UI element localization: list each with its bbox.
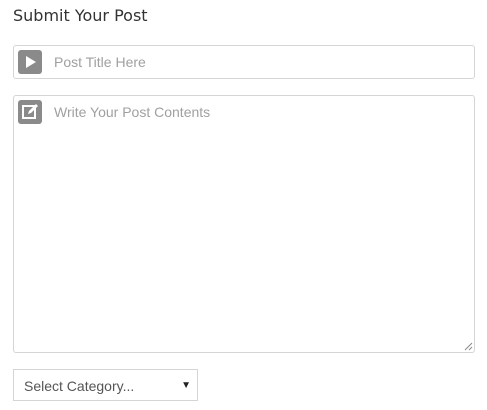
dropdown-arrow-icon: ▼ <box>181 380 191 391</box>
post-content-input[interactable] <box>54 104 466 344</box>
edit-icon <box>18 100 42 124</box>
post-content-field[interactable] <box>13 95 475 353</box>
form-title: Submit Your Post <box>13 6 148 25</box>
category-select[interactable]: Select Category... ▼ <box>13 369 198 401</box>
post-title-field[interactable] <box>13 45 475 79</box>
play-icon <box>18 50 42 74</box>
resize-grip-icon[interactable] <box>463 341 473 351</box>
category-select-value: Select Category... <box>24 378 135 394</box>
post-title-input[interactable] <box>54 46 464 78</box>
